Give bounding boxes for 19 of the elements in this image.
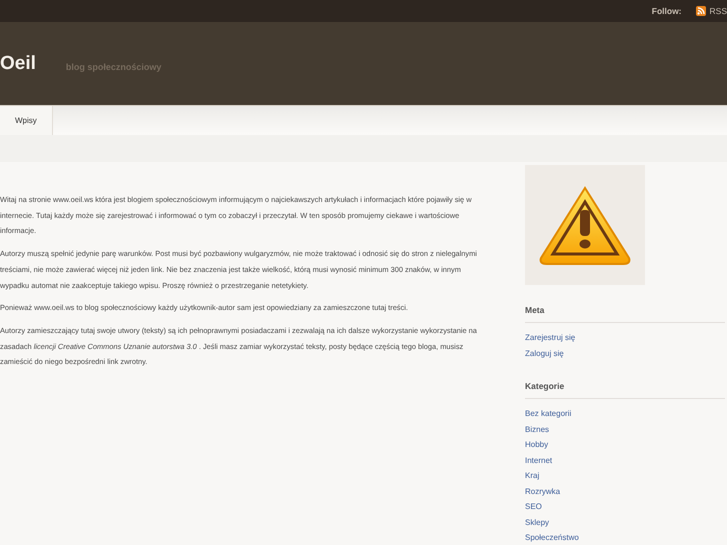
sidebar-link[interactable]: Kraj: [525, 468, 725, 484]
sidebar-link[interactable]: SEO: [525, 499, 725, 514]
nav-tab[interactable]: Wpisy: [0, 106, 53, 135]
sidebar-link[interactable]: Rozrywka: [525, 484, 725, 499]
sidebar-link[interactable]: Hobby: [525, 437, 725, 452]
sidebar-link[interactable]: Społeczeństwo: [525, 530, 725, 545]
warning-icon: [537, 184, 633, 266]
sidebar-link[interactable]: Sklepy: [525, 514, 725, 530]
widget-title: Meta: [525, 305, 725, 323]
rss-link[interactable]: RSS: [696, 6, 727, 16]
sidebar-link[interactable]: Zarejestruj się: [525, 330, 725, 346]
follow-label: Follow:: [652, 6, 682, 16]
sidebar-link[interactable]: Biznes: [525, 422, 725, 437]
sidebar-link[interactable]: Bez kategorii: [525, 406, 725, 422]
site-title[interactable]: Oeil: [0, 52, 36, 74]
rss-icon: [696, 6, 706, 16]
sidebar-link[interactable]: Internet: [525, 452, 725, 468]
sidebar-link[interactable]: Zaloguj się: [525, 346, 725, 361]
widget-title: Kategorie: [525, 381, 725, 399]
